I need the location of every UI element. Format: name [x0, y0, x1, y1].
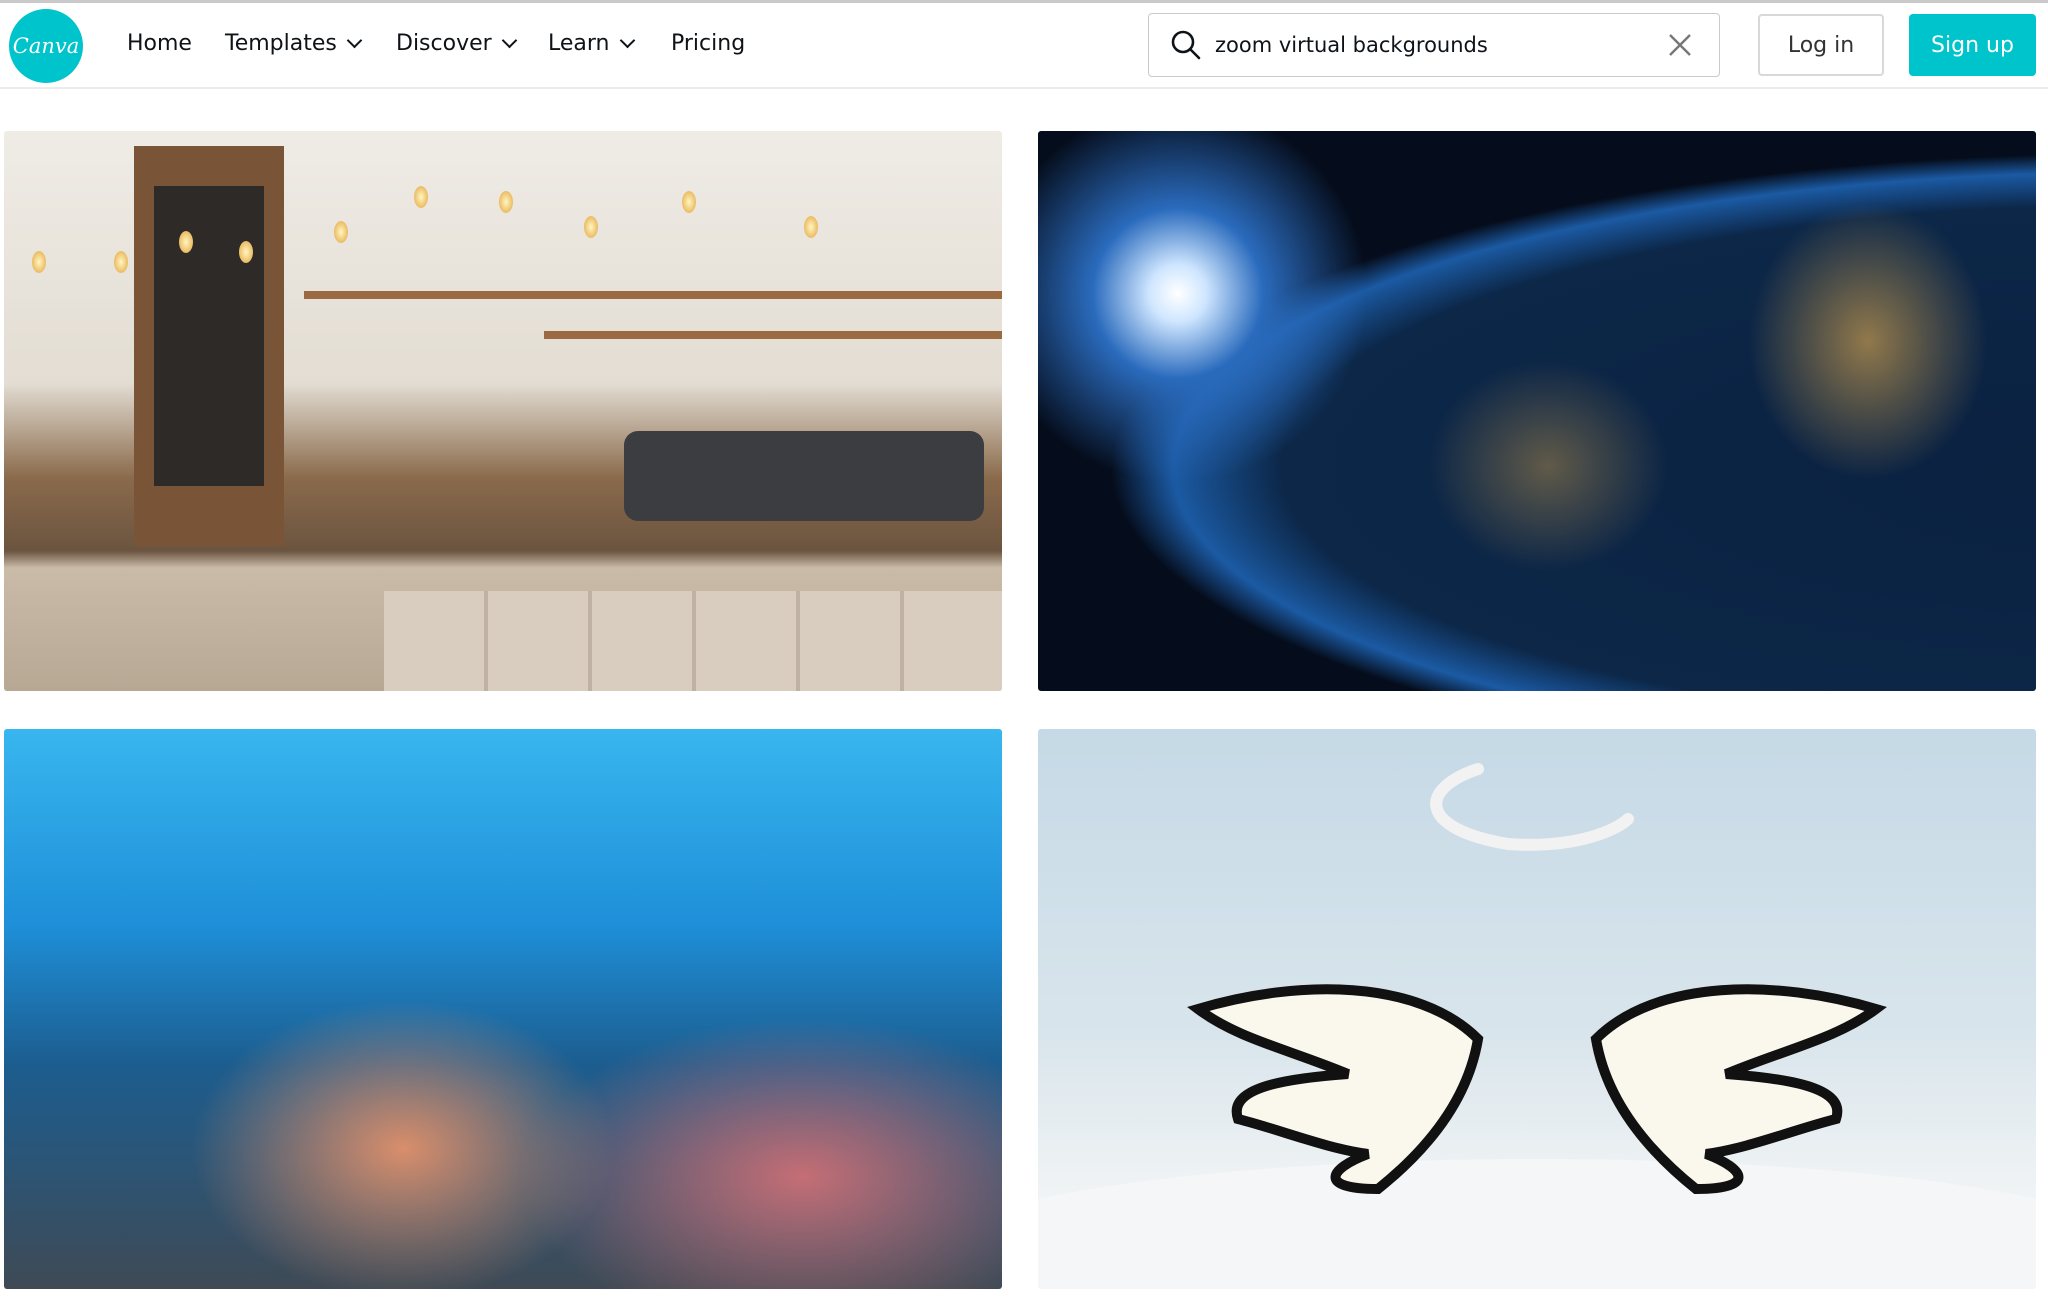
result-coral-reef-background[interactable] [4, 729, 1002, 1289]
search-bar [1148, 13, 1720, 77]
nav-label: Learn [548, 31, 610, 56]
nav-label: Home [127, 31, 192, 56]
nav-discover[interactable]: Discover [396, 31, 517, 56]
result-earth-background[interactable] [1038, 131, 2036, 691]
nav-templates[interactable]: Templates [225, 31, 363, 56]
search-icon[interactable] [1169, 28, 1203, 62]
close-icon[interactable] [1667, 32, 1693, 58]
top-nav: Canva Home Templates Discover Learn Pric… [0, 3, 2048, 89]
nav-label: Templates [225, 31, 337, 56]
chevron-down-icon [501, 32, 517, 49]
result-cafe-background[interactable] [4, 131, 1002, 691]
chevron-down-icon [619, 32, 635, 49]
nav-learn[interactable]: Learn [548, 31, 635, 56]
nav-pricing[interactable]: Pricing [671, 31, 745, 56]
signup-button[interactable]: Sign up [1909, 14, 2036, 76]
nav-label: Discover [396, 31, 492, 56]
angel-wings-illustration [1038, 763, 2036, 1289]
chalkboard-shelf [134, 146, 284, 546]
chevron-down-icon [346, 32, 363, 49]
nav-label: Pricing [671, 31, 746, 56]
nav-home[interactable]: Home [127, 31, 192, 56]
result-angel-wings-background[interactable] [1038, 729, 2036, 1289]
search-input[interactable] [1215, 33, 1667, 57]
login-button[interactable]: Log in [1758, 14, 1884, 76]
canva-logo[interactable]: Canva [9, 9, 83, 83]
